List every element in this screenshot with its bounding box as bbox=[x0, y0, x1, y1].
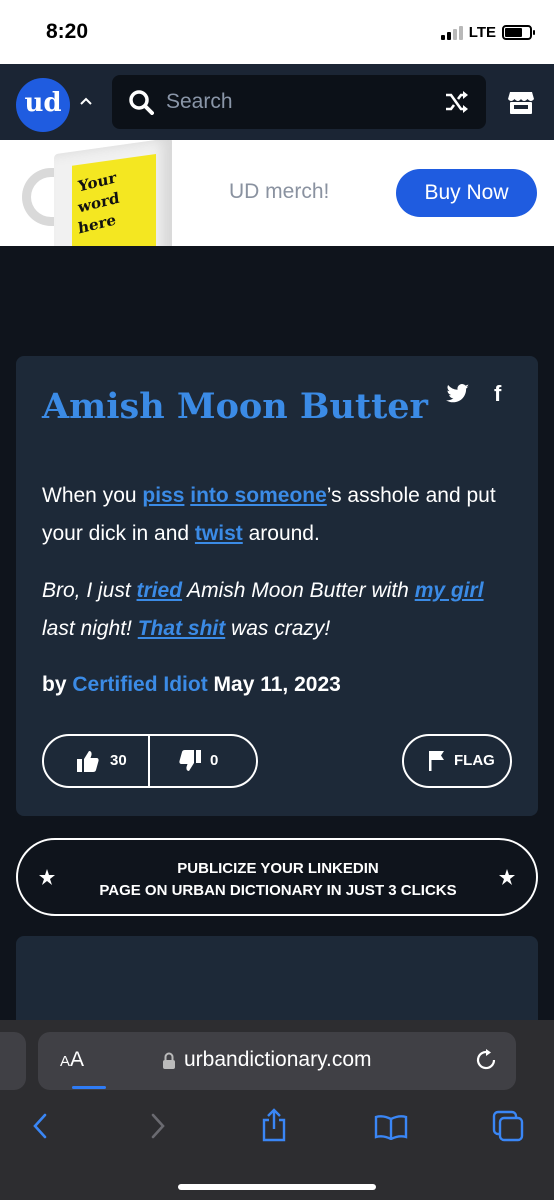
upvote-count: 30 bbox=[110, 752, 127, 769]
browser-toolbar: AA urbandictionary.com bbox=[0, 1020, 554, 1200]
definition-text: Amish Moon Butter with bbox=[182, 579, 415, 602]
aa-small: A bbox=[60, 1053, 71, 1070]
vote-group: 30 0 bbox=[42, 734, 258, 788]
buy-now-button[interactable]: Buy Now bbox=[396, 169, 537, 217]
address-bar[interactable]: AA urbandictionary.com bbox=[38, 1032, 516, 1090]
lock-icon bbox=[163, 1052, 175, 1069]
url-text: urbandictionary.com bbox=[184, 1048, 372, 1071]
promo-line: PAGE ON URBAN DICTIONARY IN JUST 3 CLICK… bbox=[99, 882, 457, 899]
reader-options-button[interactable]: AA bbox=[60, 1048, 84, 1072]
forward-icon[interactable] bbox=[148, 1112, 168, 1140]
ud-logo[interactable]: ud bbox=[16, 78, 70, 132]
term-link[interactable]: That shit bbox=[138, 617, 226, 640]
term-link[interactable]: tried bbox=[137, 579, 183, 602]
tabs-icon[interactable] bbox=[492, 1110, 524, 1142]
byline: by Certified Idiot May 11, 2023 bbox=[42, 673, 341, 697]
aa-underline bbox=[72, 1086, 106, 1089]
search-placeholder: Search bbox=[166, 90, 233, 113]
battery-icon bbox=[502, 25, 535, 40]
flag-label: FLAG bbox=[454, 752, 495, 769]
signal-icon bbox=[440, 25, 463, 40]
status-time: 8:20 bbox=[46, 20, 89, 43]
mug-image: Your word here bbox=[22, 140, 172, 246]
reload-icon[interactable] bbox=[474, 1048, 498, 1072]
author-link[interactable]: Certified Idiot bbox=[72, 673, 207, 696]
flag-button[interactable]: FLAG bbox=[402, 734, 512, 788]
term-link[interactable]: twist bbox=[195, 522, 243, 545]
bookmarks-icon[interactable] bbox=[374, 1114, 408, 1140]
definition-card: Amish Moon Butter f When you piss into s… bbox=[16, 356, 538, 816]
star-icon bbox=[499, 869, 515, 885]
aa-large: A bbox=[70, 1048, 85, 1071]
merch-label: UD merch! bbox=[229, 180, 330, 203]
back-icon[interactable] bbox=[30, 1112, 50, 1140]
term-link[interactable]: piss bbox=[142, 484, 184, 507]
term-link[interactable]: into someone bbox=[190, 484, 327, 507]
share-icon[interactable] bbox=[260, 1108, 288, 1142]
search-icon bbox=[129, 90, 154, 115]
upvote-button[interactable]: 30 bbox=[44, 736, 150, 786]
shuffle-icon[interactable] bbox=[444, 90, 470, 114]
status-bar: 8:20 LTE bbox=[0, 0, 554, 64]
definition-meaning: When you piss into someone’s asshole and… bbox=[42, 477, 512, 553]
twitter-icon[interactable] bbox=[446, 383, 470, 405]
thumbs-down-icon bbox=[179, 750, 201, 771]
site-header: ud Search bbox=[0, 64, 554, 140]
star-icon bbox=[39, 869, 55, 885]
definition-text: was crazy! bbox=[225, 617, 331, 640]
promo-line: PUBLICIZE YOUR LINKEDIN bbox=[177, 860, 379, 877]
chevron-up-icon[interactable] bbox=[79, 94, 93, 108]
definition-date: May 11, 2023 bbox=[213, 673, 341, 696]
flag-icon bbox=[429, 751, 444, 771]
thumbs-up-icon bbox=[77, 751, 99, 772]
definition-text: around. bbox=[242, 522, 320, 545]
definition-text: last night! bbox=[42, 617, 138, 640]
definition-example: Bro, I just tried Amish Moon Butter with… bbox=[42, 572, 512, 648]
facebook-icon[interactable]: f bbox=[494, 381, 501, 407]
promo-text: PUBLICIZE YOUR LINKEDIN PAGE ON URBAN DI… bbox=[68, 858, 488, 902]
definition-text: When you bbox=[42, 484, 143, 507]
merch-banner[interactable]: Your word here UD merch! Buy Now bbox=[0, 140, 554, 246]
home-indicator bbox=[178, 1184, 376, 1190]
byline-prefix: by bbox=[42, 673, 67, 696]
downvote-count: 0 bbox=[210, 752, 219, 769]
term-link[interactable]: my girl bbox=[415, 579, 484, 602]
downvote-button[interactable]: 0 bbox=[150, 736, 256, 786]
search-input[interactable]: Search bbox=[112, 75, 486, 129]
next-definition-card bbox=[16, 936, 538, 1026]
status-indicators: LTE bbox=[440, 24, 535, 41]
word-title[interactable]: Amish Moon Butter bbox=[42, 386, 428, 427]
previous-tab-preview[interactable] bbox=[0, 1032, 26, 1090]
promo-banner[interactable]: PUBLICIZE YOUR LINKEDIN PAGE ON URBAN DI… bbox=[16, 838, 538, 916]
store-icon[interactable] bbox=[507, 88, 535, 116]
definition-text: Bro, I just bbox=[42, 579, 137, 602]
network-label: LTE bbox=[468, 24, 496, 41]
